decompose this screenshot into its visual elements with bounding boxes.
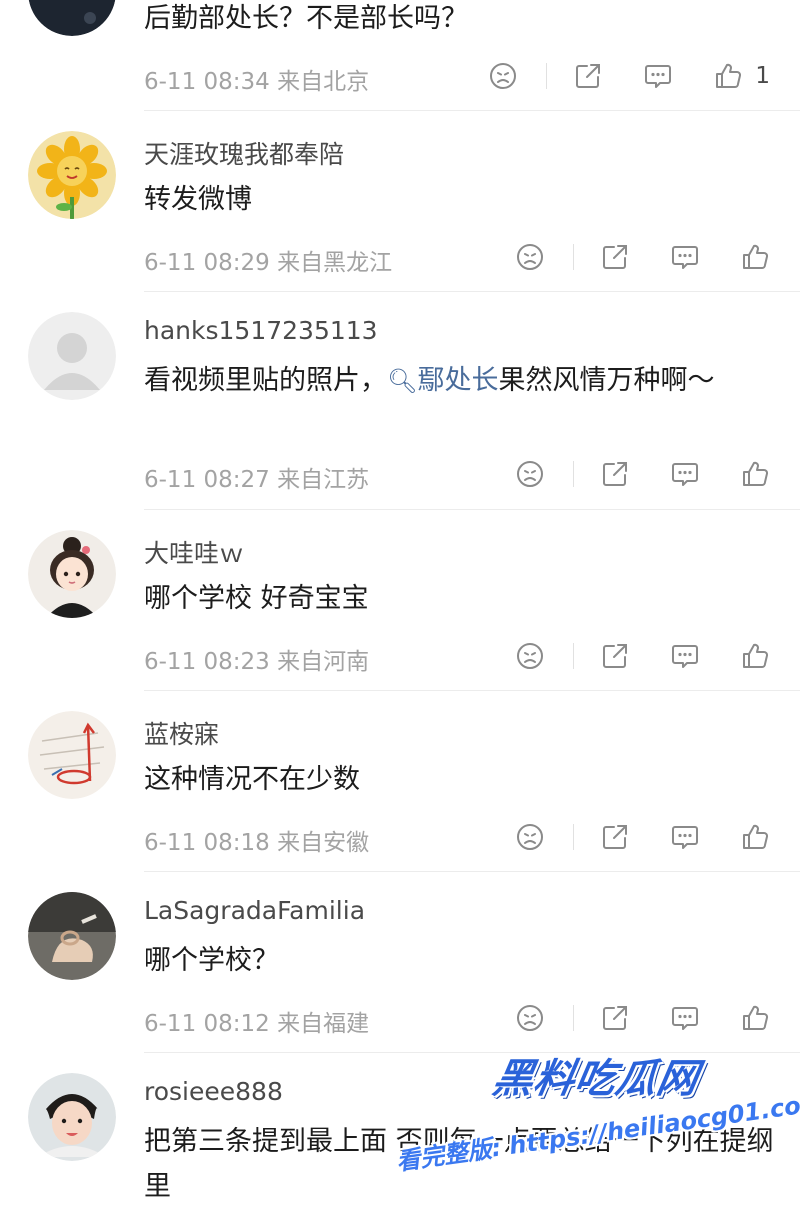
comment-username[interactable]: 大哇哇ｗ	[144, 534, 244, 570]
comment-actions	[515, 237, 770, 277]
dislike-face-icon[interactable]	[515, 242, 545, 272]
action-divider	[573, 824, 574, 850]
avatar[interactable]	[28, 1073, 116, 1161]
like-thumb-icon[interactable]	[713, 61, 743, 91]
like-thumb-icon[interactable]	[740, 459, 770, 489]
avatar[interactable]	[28, 711, 116, 799]
comment-text: 后勤部处长？不是部长吗？	[144, 3, 468, 34]
dislike-face-icon[interactable]	[515, 459, 545, 489]
comment-icon[interactable]	[643, 61, 673, 91]
divider	[144, 690, 800, 691]
watermark-brand: 黑料吃瓜网	[489, 1056, 703, 1102]
like-thumb-icon[interactable]	[740, 1003, 770, 1033]
dislike-face-icon[interactable]	[515, 641, 545, 671]
comment-icon[interactable]	[670, 641, 700, 671]
repost-icon[interactable]	[600, 822, 630, 852]
comment-text-part: 看视频里贴的照片，	[144, 365, 387, 396]
comment-username[interactable]: 蓝桉寐	[144, 715, 219, 751]
comment-text: 把第三条提到最上面 否则每一点要总结一下列在提纲里	[144, 1126, 774, 1202]
dislike-face-icon[interactable]	[515, 822, 545, 852]
like-count: 1	[755, 63, 770, 89]
dislike-face-icon[interactable]	[488, 61, 518, 91]
comment-icon[interactable]	[670, 822, 700, 852]
action-divider	[573, 244, 574, 270]
comment-username[interactable]: 天涯玫瑰我都奉陪	[144, 135, 344, 171]
avatar[interactable]	[28, 0, 116, 36]
avatar[interactable]	[28, 530, 116, 618]
avatar[interactable]	[28, 131, 116, 219]
comment-meta: 6-11 08:18 来自安徽	[144, 830, 370, 856]
action-divider	[546, 63, 548, 89]
comment-text: 这种情况不在少数	[144, 764, 360, 795]
repost-icon[interactable]	[600, 242, 630, 272]
comment-actions	[515, 998, 770, 1038]
like-thumb-icon[interactable]	[740, 641, 770, 671]
comment-text: 哪个学校？	[144, 945, 279, 976]
comment-text: 转发微博	[144, 184, 252, 215]
comment-icon[interactable]	[670, 1003, 700, 1033]
comment-username[interactable]: hanks1517235113	[144, 316, 378, 345]
comment-username[interactable]: rosieee888	[144, 1077, 283, 1106]
action-divider	[573, 643, 574, 669]
comment-meta: 6-11 08:34 来自北京	[144, 69, 370, 95]
divider	[144, 871, 800, 872]
divider	[144, 1052, 800, 1053]
avatar[interactable]	[28, 312, 116, 400]
comment-icon[interactable]	[670, 459, 700, 489]
comment-actions	[515, 817, 770, 857]
comment-meta: 6-11 08:23 来自河南	[144, 649, 370, 675]
comment-actions	[515, 454, 770, 494]
repost-icon[interactable]	[600, 459, 630, 489]
comment-text: 哪个学校 好奇宝宝	[144, 583, 369, 614]
avatar[interactable]	[28, 892, 116, 980]
repost-icon[interactable]	[600, 1003, 630, 1033]
like-thumb-icon[interactable]	[740, 822, 770, 852]
repost-icon[interactable]	[600, 641, 630, 671]
action-divider	[573, 461, 574, 487]
repost-icon[interactable]	[573, 61, 603, 91]
comment-actions: 1	[488, 56, 770, 96]
comment-text: 看视频里贴的照片，🔍︎鄢处长果然风情万种啊～	[144, 358, 774, 404]
search-icon: 🔍︎	[387, 367, 418, 395]
like-thumb-icon[interactable]	[740, 242, 770, 272]
dislike-face-icon[interactable]	[515, 1003, 545, 1033]
action-divider	[573, 1005, 574, 1031]
comment-meta: 6-11 08:12 来自福建	[144, 1011, 370, 1037]
topic-link[interactable]: 🔍︎鄢处长	[387, 365, 498, 396]
divider	[144, 291, 800, 292]
topic-label: 鄢处长	[417, 365, 499, 396]
comment-username[interactable]: LaSagradaFamilia	[144, 896, 365, 925]
comment-meta: 6-11 08:27 来自江苏	[144, 467, 370, 493]
comment-meta: 6-11 08:29 来自黑龙江	[144, 250, 393, 276]
divider	[144, 110, 800, 111]
divider	[144, 509, 800, 510]
comment-text-part: 果然风情万种啊～	[498, 365, 715, 396]
comment-actions	[515, 636, 770, 676]
comment-icon[interactable]	[670, 242, 700, 272]
